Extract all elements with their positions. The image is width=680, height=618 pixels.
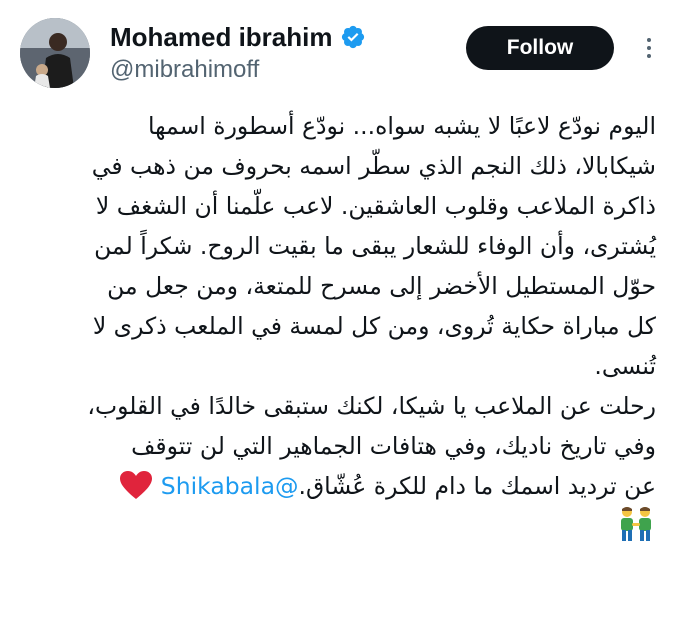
author-info: Mohamed ibrahim @mibrahimoff [110, 20, 366, 84]
more-dot [647, 46, 651, 50]
avatar-image [20, 18, 90, 88]
heart-icon [119, 470, 153, 500]
tweet-line-text: عن ترديد اسمك ما دام للكرة عُشّاق. [298, 472, 656, 500]
follow-button[interactable]: Follow [466, 26, 614, 70]
tweet-line: حوّل المستطيل الأخضر إلى مسرح للمتعة، وم… [107, 272, 656, 300]
tweet-line: اليوم نودّع لاعبًا لا يشبه سواه... نودّع… [147, 112, 656, 140]
tweet-last-line: عن ترديد اسمك ما دام للكرة عُشّاق.@Shika… [36, 466, 656, 506]
verified-badge-icon[interactable] [340, 24, 366, 50]
tweet-line: ذاكرة الملاعب وقلوب العاشقين. لاعب علّمن… [95, 192, 656, 220]
avatar[interactable] [20, 18, 90, 88]
tweet-text: اليوم نودّع لاعبًا لا يشبه سواه... نودّع… [36, 106, 656, 546]
tweet-line: شيكابالا، ذلك النجم الذي سطّر اسمه بحروف… [91, 152, 656, 180]
name-row: Mohamed ibrahim [110, 20, 366, 54]
more-options-icon[interactable] [638, 30, 660, 66]
tweet-line: يُشترى، وأن الوفاء للشعار يبقى ما بقيت ا… [94, 232, 656, 260]
tweet-line: وفي تاريخ ناديك، وفي هتافات الجماهير الت… [131, 432, 656, 460]
display-name[interactable]: Mohamed ibrahim [110, 22, 332, 53]
tweet-header: Mohamed ibrahim @mibrahimoff Follow [0, 0, 680, 100]
two-men-holding-hands-icon [616, 506, 656, 542]
tweet-line: رحلت عن الملاعب يا شيكا، لكنك ستبقى خالد… [87, 392, 656, 420]
author-handle[interactable]: @mibrahimoff [110, 56, 366, 84]
more-dot [647, 54, 651, 58]
tweet-line: كل مباراة حكاية تُروى، ومن كل لمسة في ال… [92, 312, 656, 340]
emoji-row [36, 506, 656, 546]
tweet-line: تُنسى. [594, 352, 656, 380]
mention-link[interactable]: @Shikabala [161, 472, 299, 500]
more-dot [647, 38, 651, 42]
